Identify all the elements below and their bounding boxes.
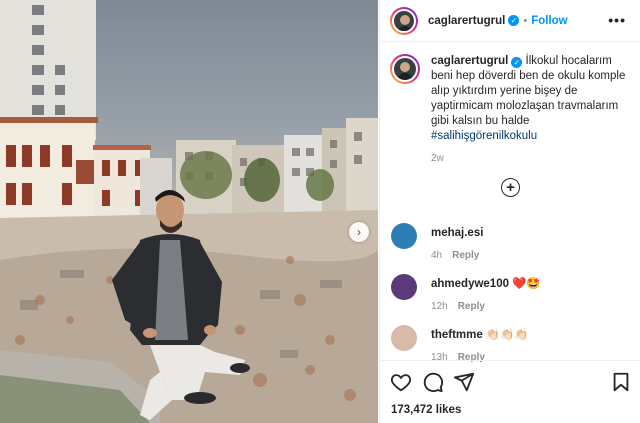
reply-button[interactable]: Reply [452,250,479,261]
author-username[interactable]: caglarertugrul [428,15,505,27]
comment-item: ahmedywe100 ❤️🤩 12h Reply [391,274,541,312]
comment-avatar[interactable] [391,274,417,300]
comment-text: 👏🏻👏🏻👏🏻 [485,329,529,341]
load-more-comments-button[interactable]: + [501,178,520,197]
post-image[interactable]: › [0,0,378,423]
post-timestamp[interactable]: 2w [431,151,627,166]
post-photo-scene [0,0,378,423]
comment-avatar[interactable] [391,223,417,249]
post-caption: caglarertugrul ✓ İlkokul hocalarım beni h… [380,42,640,166]
action-bar: 173,472 likes [380,360,640,423]
comment-text: ❤️🤩 [512,278,541,290]
reply-button[interactable]: Reply [458,301,485,312]
verified-badge-icon: ✓ [508,15,520,26]
hashtag-link[interactable]: #salihişgörenilkokulu [431,130,537,142]
next-image-button[interactable]: › [349,222,369,242]
likes-count[interactable]: 173,472 likes [391,404,461,416]
comment-username[interactable]: ahmedywe100 [431,278,509,290]
follow-button[interactable]: Follow [531,15,567,27]
comment-icon[interactable] [422,371,444,393]
more-options-icon[interactable]: ••• [608,12,626,28]
heart-icon[interactable] [390,371,412,393]
comment-time: 4h [431,250,443,261]
plus-circle-icon: + [506,179,515,196]
separator-dot: • [523,14,528,27]
post-header: caglarertugrul ✓ • Follow ••• [380,0,640,42]
comment-username[interactable]: mehaj.esi [431,227,483,239]
bookmark-icon[interactable] [610,371,632,393]
caption-username[interactable]: caglarertugrul [431,55,508,67]
caption-author-avatar[interactable] [390,54,420,84]
verified-badge-icon: ✓ [511,57,523,68]
comment-avatar[interactable] [391,325,417,351]
comment-item: theftmme 👏🏻👏🏻👏🏻 13h Reply [391,325,529,363]
chevron-right-icon: › [357,225,361,239]
comment-username[interactable]: theftmme [431,329,483,341]
post-sidebar: caglarertugrul ✓ • Follow ••• caglarertu… [379,0,640,423]
author-avatar[interactable] [390,6,418,35]
comment-time: 12h [431,301,448,312]
comment-item: mehaj.esi 4h Reply [391,223,486,261]
paper-plane-icon[interactable] [453,371,475,393]
